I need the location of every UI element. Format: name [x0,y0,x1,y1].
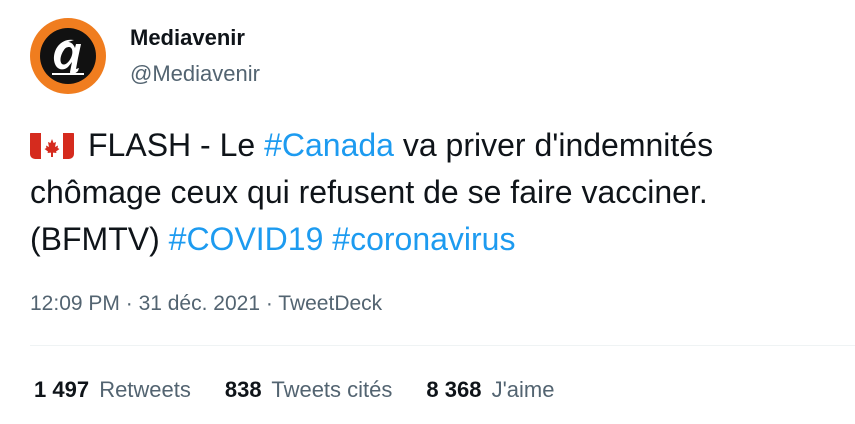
tweet-time[interactable]: 12:09 PM [30,292,120,315]
tweet-text: FLASH - Le #Canada va priver d'indemnité… [30,122,845,263]
divider [30,345,855,346]
hashtag-canada[interactable]: #Canada [264,127,394,163]
tweet-stats: 1 497 Retweets 838 Tweets cités 8 368 J'… [34,377,588,403]
likes-count: 8 368 [426,377,482,402]
avatar[interactable] [30,18,106,94]
tweet-card: Mediavenir @Mediavenir FLASH - Le #Canad… [0,0,855,424]
meta-separator: · [119,292,139,315]
author-names: Mediavenir @Mediavenir [130,25,260,87]
hashtag-coronavirus[interactable]: #coronavirus [332,221,515,257]
retweets-label: Retweets [99,377,191,402]
hashtag-covid19[interactable]: #COVID19 [169,221,324,257]
retweets-count: 1 497 [34,377,90,402]
tweet-source[interactable]: TweetDeck [278,292,382,315]
display-name[interactable]: Mediavenir [130,25,260,51]
likes-label: J'aime [491,377,555,402]
meta-separator: · [260,292,279,315]
quotes-count: 838 [224,377,262,402]
tweet-date[interactable]: 31 déc. 2021 [139,292,260,315]
retweets-stat[interactable]: 1 497 Retweets [34,377,191,403]
text-space [323,221,332,257]
likes-stat[interactable]: 8 368 J'aime [426,377,554,403]
tweet-header: Mediavenir @Mediavenir [30,18,260,94]
user-handle[interactable]: @Mediavenir [130,61,260,87]
mediavenir-logo-icon [40,28,96,84]
tweet-meta: 12:09 PM · 31 déc. 2021 · TweetDeck [30,292,382,316]
quote-tweets-stat[interactable]: 838 Tweets cités [225,377,392,403]
quotes-label: Tweets cités [271,377,393,402]
text-segment-1: FLASH - Le [88,127,265,163]
canada-flag-icon [30,129,74,159]
